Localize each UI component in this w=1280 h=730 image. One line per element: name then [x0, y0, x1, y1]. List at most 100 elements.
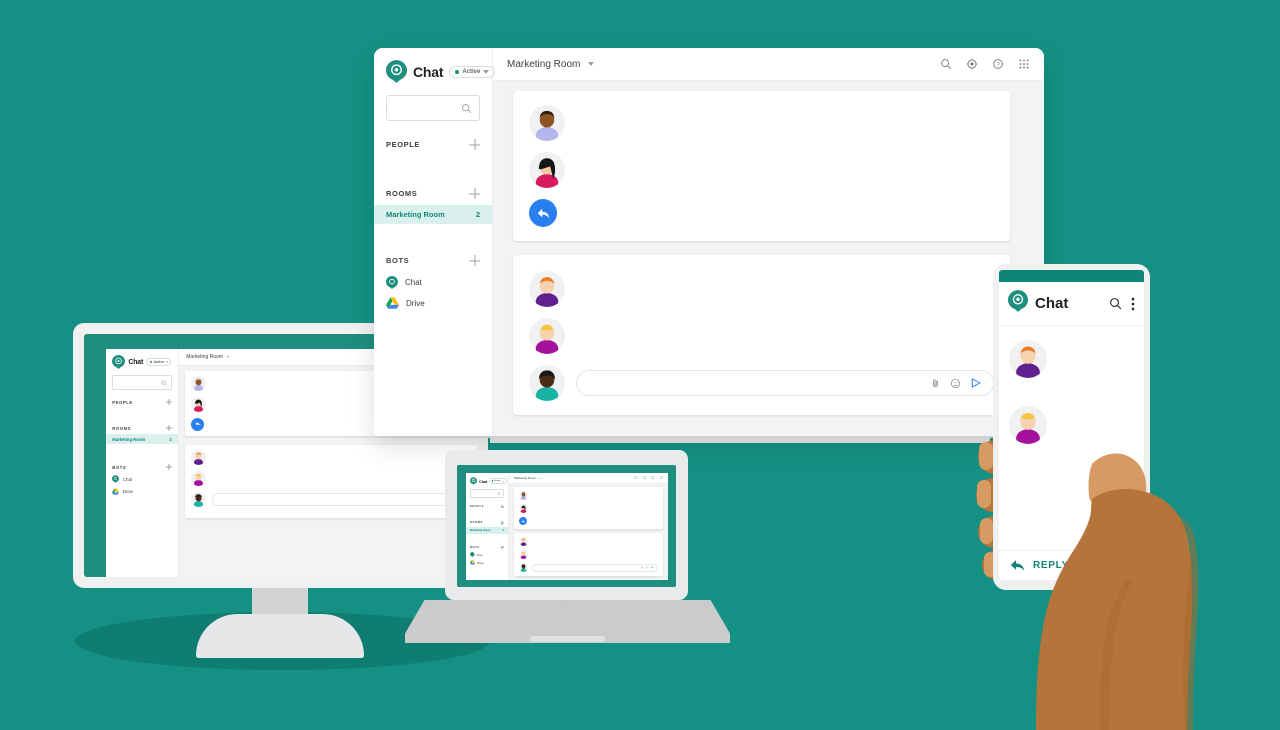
search-input[interactable]	[386, 95, 480, 121]
chevron-down-icon[interactable]	[539, 477, 542, 479]
svg-text:?: ?	[996, 61, 1000, 68]
section-label: PEOPLE	[112, 399, 133, 405]
sidebar-item-marketing-room[interactable]: Marketing Room 2	[466, 526, 508, 534]
emoji-icon[interactable]	[646, 566, 649, 569]
sidebar-item-bot-drive[interactable]: Drive	[106, 485, 178, 496]
message-row	[519, 550, 658, 559]
message-card	[513, 255, 1010, 415]
avatar-brown-lavender	[519, 491, 528, 500]
composer-row	[191, 491, 477, 507]
message-input[interactable]	[576, 370, 994, 396]
gear-icon[interactable]	[642, 476, 647, 480]
avatar-black-crimson	[529, 152, 565, 188]
message-row	[519, 491, 658, 500]
plus-icon[interactable]	[501, 521, 504, 524]
message-input[interactable]	[212, 492, 477, 506]
reply-button[interactable]	[529, 199, 557, 227]
chat-at-pin-icon	[470, 477, 477, 485]
reply-button[interactable]	[519, 517, 527, 525]
sidebar-section-people: PEOPLE	[466, 502, 508, 510]
message-row	[529, 105, 994, 141]
chevron-down-icon	[501, 480, 504, 482]
reply-arrow-icon	[521, 519, 525, 523]
plus-icon[interactable]	[469, 188, 480, 199]
status-chip[interactable]: Active	[489, 478, 507, 484]
composer-row	[529, 365, 994, 401]
page-title: Marketing Room	[514, 476, 537, 480]
chevron-down-icon[interactable]	[588, 62, 595, 66]
send-icon[interactable]	[970, 377, 982, 389]
plus-icon[interactable]	[501, 505, 504, 508]
message-card	[185, 445, 477, 518]
sidebar-item-marketing-room[interactable]: Marketing Room 2	[106, 434, 178, 445]
laptop-screen: Chat Active PEOPLE ROOMS Marketing Room …	[457, 465, 676, 587]
message-lines	[532, 504, 658, 513]
sidebar-item-bot-chat[interactable]: Chat	[466, 551, 508, 559]
plus-icon[interactable]	[469, 255, 480, 266]
send-icon[interactable]	[651, 566, 654, 569]
emoji-icon[interactable]	[950, 378, 961, 389]
phone-header: Chat	[999, 282, 1144, 326]
search-input[interactable]	[470, 489, 504, 498]
reply-button[interactable]	[191, 417, 205, 431]
laptop-trackpad	[530, 636, 605, 642]
section-label: BOTS	[386, 256, 410, 265]
sidebar-item-bot-drive[interactable]: Drive	[466, 559, 508, 567]
brand-row: Chat Active	[466, 473, 508, 487]
plus-icon[interactable]	[501, 546, 504, 549]
chevron-down-icon[interactable]	[227, 356, 230, 359]
section-label: PEOPLE	[470, 505, 485, 509]
search-input[interactable]	[112, 375, 172, 390]
composer-row	[519, 563, 658, 572]
search-icon[interactable]	[634, 476, 638, 480]
list-item[interactable]	[999, 332, 1144, 386]
apps-grid-icon[interactable]	[659, 476, 664, 480]
illustration-canvas: Chat Active PEOPLE ROOMS Marketing Room …	[0, 0, 1280, 730]
drive-bot-icon	[112, 487, 120, 495]
bot-label: Chat	[122, 476, 133, 482]
section-label: BOTS	[470, 545, 480, 549]
monitor-base	[196, 614, 364, 658]
bot-label: Drive	[122, 488, 134, 494]
bot-label: Drive	[406, 298, 425, 308]
plus-icon[interactable]	[166, 464, 172, 470]
sidebar-section-people: PEOPLE	[374, 131, 492, 156]
sidebar-item-bot-chat[interactable]: Chat	[106, 473, 178, 485]
plus-icon[interactable]	[166, 399, 172, 405]
status-label: Active	[494, 480, 501, 482]
sidebar-item-bot-drive[interactable]: Drive	[374, 293, 492, 313]
plus-icon[interactable]	[166, 425, 172, 431]
apps-grid-icon[interactable]	[1018, 58, 1030, 70]
avatar-black-crimson	[519, 504, 528, 513]
overflow-menu-icon[interactable]	[1131, 297, 1135, 311]
room-unread-badge: 2	[475, 210, 480, 219]
brand-row: Chat Active	[106, 349, 178, 373]
brand-name: Chat	[479, 478, 488, 484]
status-chip[interactable]: Active	[449, 65, 496, 78]
message-lines	[532, 550, 658, 559]
sidebar-item-marketing-room[interactable]: Marketing Room 2	[374, 205, 492, 224]
search-icon[interactable]	[1109, 297, 1122, 310]
plus-icon[interactable]	[469, 139, 480, 150]
help-icon[interactable]	[651, 476, 655, 480]
online-dot-icon	[149, 361, 152, 364]
search-icon[interactable]	[940, 58, 952, 70]
message-input[interactable]	[532, 563, 658, 572]
attach-icon[interactable]	[930, 378, 941, 389]
message-card	[514, 487, 663, 529]
status-label: Active	[153, 360, 165, 365]
chevron-down-icon	[483, 69, 490, 74]
sidebar-section-rooms: ROOMS	[374, 180, 492, 205]
online-dot-icon	[492, 480, 494, 482]
gear-icon[interactable]	[966, 58, 978, 70]
attach-icon[interactable]	[641, 566, 644, 569]
avatar-brown-lavender	[191, 376, 207, 392]
laptop-computer: Chat Active PEOPLE ROOMS Marketing Room …	[445, 450, 688, 600]
help-icon[interactable]: ?	[992, 58, 1004, 70]
status-chip[interactable]: Active	[146, 358, 172, 367]
sidebar-section-bots: BOTS	[106, 460, 178, 473]
sidebar-item-bot-chat[interactable]: Chat	[374, 272, 492, 293]
room-label: Marketing Room	[386, 210, 445, 219]
room-unread-badge: 2	[502, 528, 504, 532]
sidebar-section-people: PEOPLE	[106, 395, 178, 408]
